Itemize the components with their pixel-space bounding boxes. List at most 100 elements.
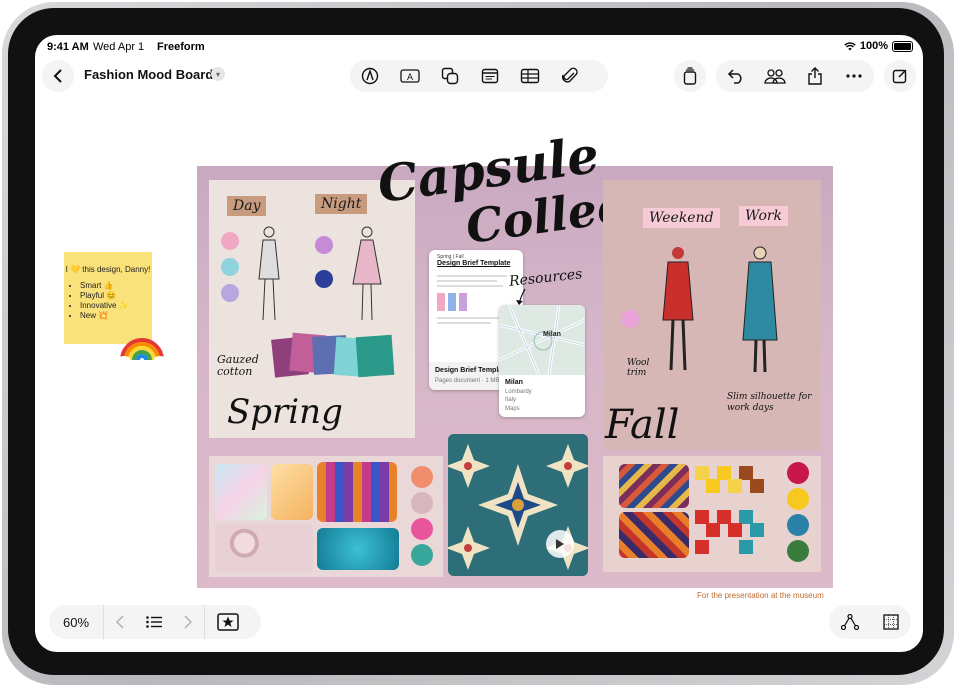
map-city-label: Milan xyxy=(543,331,561,338)
sticky-note-item: New 💥 xyxy=(80,311,152,321)
chevron-left-icon xyxy=(116,615,124,629)
collaboration-toolbar xyxy=(716,60,874,92)
new-board-button[interactable] xyxy=(884,60,916,92)
play-button[interactable] xyxy=(546,530,574,558)
undo-button[interactable] xyxy=(716,60,756,92)
text-box-button[interactable]: A xyxy=(390,60,430,92)
status-app-name: Freeform xyxy=(157,41,205,53)
fall-panel[interactable]: Weekend Work Wool trim Slim silhouette f… xyxy=(603,180,821,450)
spring-note: Gauzed cotton xyxy=(217,353,259,378)
pen-tool-button[interactable] xyxy=(350,60,390,92)
spring-swatch xyxy=(315,270,333,288)
woven-fabric-tile xyxy=(619,512,689,558)
more-button[interactable] xyxy=(835,60,875,92)
back-button[interactable] xyxy=(42,60,74,92)
sticky-note-button[interactable] xyxy=(470,60,510,92)
resources-arrow-icon xyxy=(516,288,526,305)
title-menu-chevron-icon[interactable]: ▾ xyxy=(211,67,225,81)
table-icon xyxy=(520,68,540,84)
status-date: Wed Apr 1 xyxy=(93,41,145,53)
share-icon xyxy=(808,67,822,85)
attachment-button[interactable] xyxy=(550,60,590,92)
sticky-note-item: Smart 👍 xyxy=(80,281,152,291)
new-board-icon xyxy=(892,69,907,84)
zoom-level[interactable]: 60% xyxy=(49,615,103,630)
day-outfit-sketch xyxy=(258,226,280,321)
spring-palette-swatch xyxy=(411,466,433,488)
spring-swatch xyxy=(221,258,239,276)
board-title[interactable]: Fashion Mood Board xyxy=(84,67,213,82)
fall-palette-swatch xyxy=(787,540,809,562)
share-button[interactable] xyxy=(795,60,835,92)
spring-label: Spring xyxy=(227,392,343,432)
map-card[interactable]: Milan Milan Lombardy Italy Maps xyxy=(499,305,585,417)
navigation-bar: 60% xyxy=(49,605,261,639)
texture-tile xyxy=(271,464,313,520)
doc-footer-meta: Pages document · 1 MB xyxy=(435,378,500,384)
insert-toolbar: A xyxy=(350,60,608,92)
map-title: Milan xyxy=(505,379,523,386)
texture-tile xyxy=(215,464,267,520)
status-bar: 9:41 AM Wed Apr 1 Freeform 100% xyxy=(35,35,923,59)
resize-corner-indicator xyxy=(901,638,913,650)
tag-work: Work xyxy=(739,206,789,226)
screen: 9:41 AM Wed Apr 1 Freeform 100% Fashion … xyxy=(35,35,923,652)
sticky-note-item: Innovative ✨ xyxy=(80,301,152,311)
chevron-left-icon xyxy=(53,69,62,83)
view-options-bar xyxy=(829,605,911,639)
grid-icon xyxy=(882,614,899,630)
chevron-right-icon xyxy=(184,615,193,629)
fall-label: Fall xyxy=(605,402,680,448)
wifi-icon xyxy=(844,41,856,50)
map-preview xyxy=(499,305,585,375)
play-icon xyxy=(556,539,564,549)
fall-accent-swatch xyxy=(621,310,639,328)
spring-swatch xyxy=(315,236,333,254)
spring-textures-panel[interactable] xyxy=(209,456,443,577)
sticky-note-greeting: I 💛 this design, Danny! xyxy=(65,265,151,274)
map-region: Lombardy xyxy=(505,389,532,395)
stack-icon xyxy=(683,67,697,85)
scenes-list-button[interactable] xyxy=(136,616,172,628)
shapes-button[interactable] xyxy=(430,60,470,92)
board-caption[interactable]: For the presentation at the museum xyxy=(697,591,824,600)
map-source: Maps xyxy=(505,406,520,412)
doc-title: Design Brief Template xyxy=(437,260,511,267)
fall-textures-panel[interactable] xyxy=(603,456,821,572)
spring-swatch xyxy=(221,284,239,302)
map-country: Italy xyxy=(505,397,517,403)
tag-night: Night xyxy=(315,194,368,214)
attachment-icon xyxy=(562,67,578,83)
night-outfit-sketch xyxy=(352,226,382,321)
tile-mosaic-video[interactable] xyxy=(448,434,588,576)
previous-scene-button[interactable] xyxy=(104,615,136,629)
star-box-icon xyxy=(217,613,239,631)
pen-icon xyxy=(361,67,379,85)
collaborate-button[interactable] xyxy=(756,60,796,92)
spring-palette-swatch xyxy=(411,544,433,566)
fall-note-right: Slim silhouette for work days xyxy=(727,392,812,413)
mood-board[interactable]: Day Night Gauzed cotton Spring Capsule C… xyxy=(197,125,833,588)
list-icon xyxy=(146,616,163,628)
next-scene-button[interactable] xyxy=(172,615,204,629)
yarn-tile xyxy=(317,462,397,522)
connectors-button[interactable] xyxy=(829,614,870,630)
table-button[interactable] xyxy=(510,60,550,92)
sticky-note-icon xyxy=(481,68,499,84)
spring-swatch xyxy=(221,232,239,250)
fall-palette-swatch xyxy=(787,488,809,510)
fabric-swatches xyxy=(271,330,403,386)
rainbow-sticker[interactable] xyxy=(118,322,166,362)
spring-panel[interactable]: Day Night Gauzed cotton Spring xyxy=(209,180,415,438)
text-box-icon: A xyxy=(400,69,420,83)
add-scene-button[interactable] xyxy=(205,613,251,631)
stack-button[interactable] xyxy=(674,60,706,92)
svg-text:A: A xyxy=(407,72,413,82)
fall-palette-swatch xyxy=(787,514,809,536)
fall-palette-swatch xyxy=(787,462,809,484)
chevron-fabric-tile xyxy=(619,464,689,508)
grid-toggle-button[interactable] xyxy=(870,614,911,630)
shapes-icon xyxy=(441,67,459,85)
battery-percent: 100% xyxy=(859,40,888,52)
geometric-pattern-tile xyxy=(695,466,764,554)
